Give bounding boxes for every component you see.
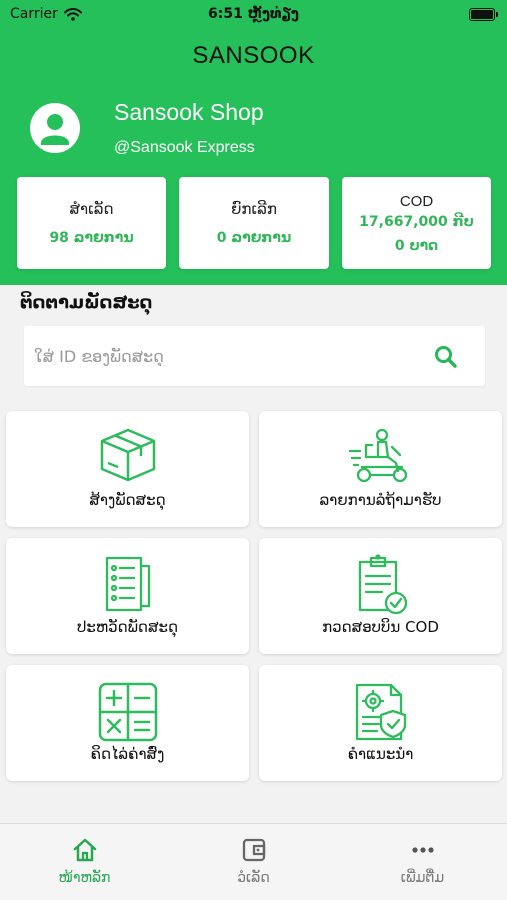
status-time: 6:51 ຫຼັງທ່ຽງ: [208, 6, 299, 22]
menu-parcel-history[interactable]: ປະຫວັດພັດສະດຸ: [6, 538, 249, 654]
menu-label: ກວດສອບບິນ COD: [322, 618, 439, 636]
menu-label: ຄິດໄລ່ຄ່າສົ່ງ: [90, 745, 165, 763]
delivery-scooter-icon: [348, 428, 407, 483]
stat-label: ສຳເລັດ: [69, 200, 114, 218]
bottom-tab-bar: ໜ້າຫລັກ ວໍເລັດ ເພີ່ມຕື່ມ: [0, 823, 507, 900]
stat-card-cod[interactable]: COD 17,667,000 ກີບ 0 ບາດ: [342, 177, 491, 269]
menu-label: ລາຍການລໍຖ້າມາຮັບ: [319, 491, 442, 509]
stat-value: 0 ລາຍການ: [216, 230, 292, 246]
tab-more[interactable]: ເພີ່ມຕື່ມ: [338, 824, 507, 900]
menu-label: ສ້າງພັດສະດຸ: [89, 491, 166, 509]
shop-handle: @Sansook Express: [114, 139, 255, 156]
menu-label: ປະຫວັດພັດສະດຸ: [76, 618, 179, 636]
tab-label: ເພີ່ມຕື່ມ: [400, 870, 445, 886]
stat-value-baht: 0 ບາດ: [394, 237, 439, 254]
stat-card-cancelled[interactable]: ຍົກເລີກ 0 ລາຍການ: [179, 177, 329, 269]
menu-create-parcel[interactable]: ສ້າງພັດສະດຸ: [6, 411, 249, 527]
clipboard-check-icon: [358, 554, 407, 615]
home-icon: [73, 838, 96, 862]
stat-value-kip: 17,667,000 ກີບ: [359, 213, 474, 230]
menu-shipping-calculator[interactable]: ຄິດໄລ່ຄ່າສົ່ງ: [6, 665, 249, 781]
status-bar: Carrier 6:51 ຫຼັງທ່ຽງ: [0, 0, 507, 30]
stat-label: ຍົກເລີກ: [231, 200, 277, 218]
more-dots-icon: [411, 847, 434, 853]
box-icon: [100, 428, 155, 482]
history-list-icon: [105, 556, 150, 612]
menu-cod-check[interactable]: ກວດສອບບິນ COD: [259, 538, 502, 654]
tab-label: ໜ້າຫລັກ: [58, 870, 111, 886]
menu-guide[interactable]: ຄຳແນະນຳ: [259, 665, 502, 781]
shop-name: Sansook Shop: [114, 99, 264, 125]
tab-wallet[interactable]: ວໍເລັດ: [169, 824, 338, 900]
avatar[interactable]: [30, 103, 80, 153]
user-icon: [41, 114, 69, 145]
search-icon[interactable]: [433, 344, 459, 370]
stat-value: 98 ລາຍການ: [49, 230, 134, 246]
guide-document-icon: [355, 683, 406, 741]
menu-label: ຄຳແນະນຳ: [347, 745, 414, 763]
tracking-title: ຕິດຕາມພັດສະດຸ: [20, 292, 153, 313]
app-title: SANSOOK: [192, 42, 315, 69]
tab-label: ວໍເລັດ: [237, 870, 270, 886]
menu-pending-pickup[interactable]: ລາຍການລໍຖ້າມາຮັບ: [259, 411, 502, 527]
calculator-icon: [98, 682, 157, 742]
tab-home[interactable]: ໜ້າຫລັກ: [0, 824, 169, 900]
tracking-id-input[interactable]: [34, 326, 414, 386]
stat-label: COD: [399, 192, 434, 210]
battery-icon: [469, 8, 498, 21]
stat-card-completed[interactable]: ສຳເລັດ 98 ລາຍການ: [17, 177, 166, 269]
tracking-search: [24, 326, 485, 386]
wallet-icon: [242, 838, 265, 862]
